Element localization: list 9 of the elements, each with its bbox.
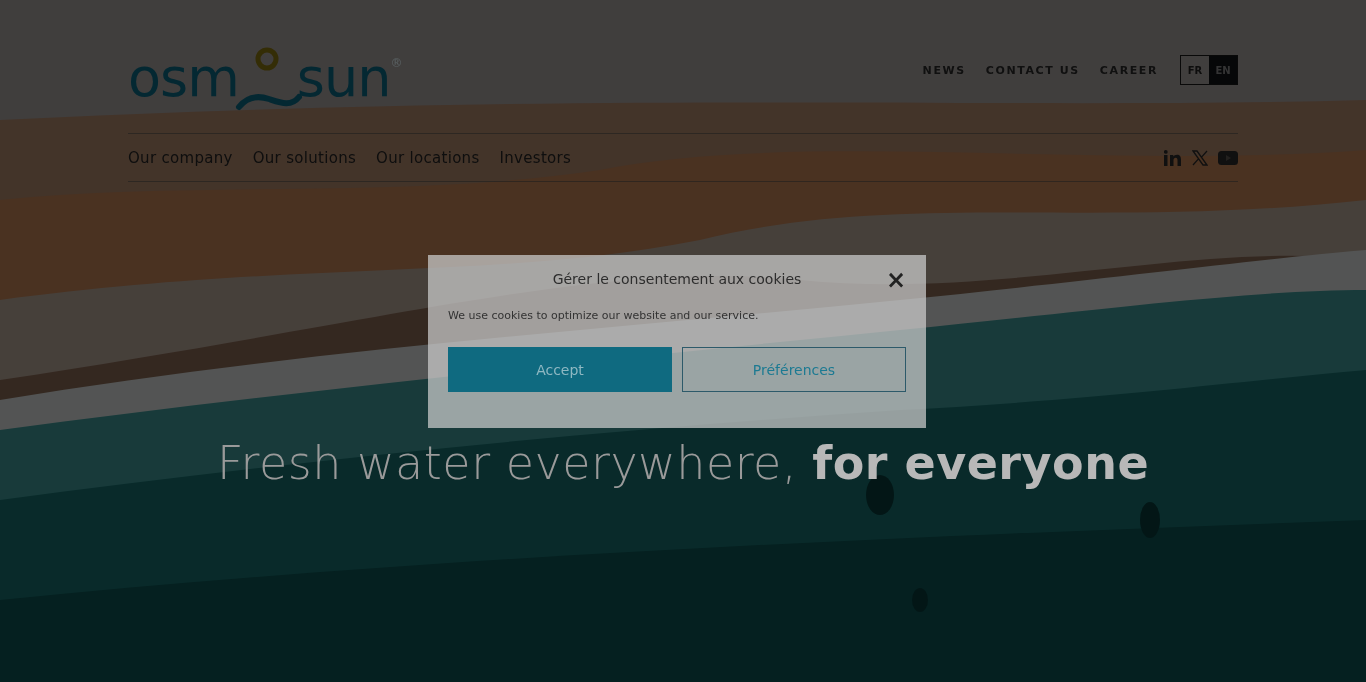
preferences-button[interactable]: Préférences <box>682 347 906 392</box>
hero-heading: Fresh water everywhere, for everyone <box>215 436 1151 490</box>
x-icon[interactable] <box>1192 149 1208 166</box>
logo[interactable]: osm sun® <box>128 45 403 111</box>
dialog-message: We use cookies to optimize our website and our service. <box>448 309 760 322</box>
accept-button[interactable]: Accept <box>448 347 672 392</box>
linkedin-icon[interactable] <box>1164 149 1182 166</box>
close-button[interactable]: × <box>885 271 906 289</box>
dialog-title: Gérer le consentement aux cookies <box>552 271 802 287</box>
